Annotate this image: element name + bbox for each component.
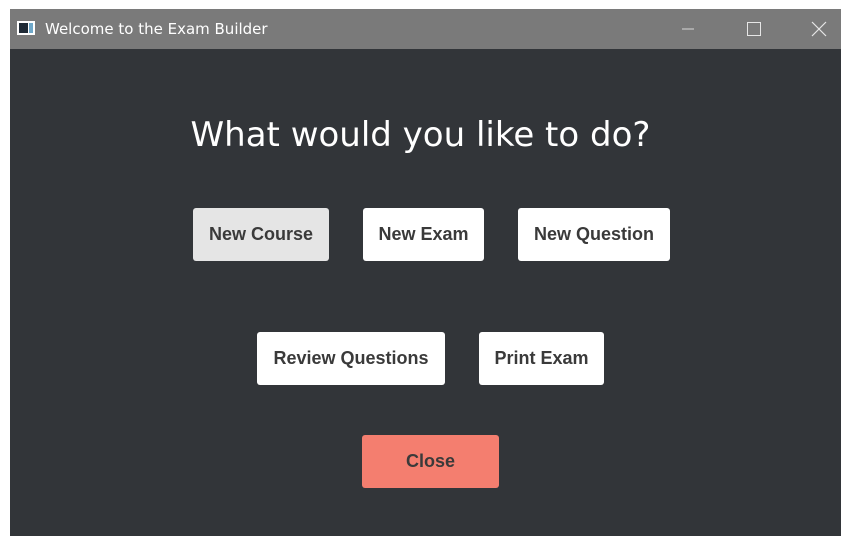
maximize-icon bbox=[747, 22, 761, 36]
exam-builder-window: Welcome to the Exam Builder What would y… bbox=[10, 9, 841, 536]
review-questions-button[interactable]: Review Questions bbox=[257, 332, 445, 385]
new-course-button[interactable]: New Course bbox=[193, 208, 329, 261]
window-title: Welcome to the Exam Builder bbox=[45, 20, 268, 38]
new-question-button[interactable]: New Question bbox=[518, 208, 670, 261]
minimize-button[interactable] bbox=[660, 9, 716, 49]
close-button[interactable]: Close bbox=[362, 435, 499, 488]
app-window-icon bbox=[17, 21, 35, 35]
new-exam-button[interactable]: New Exam bbox=[363, 208, 484, 261]
minimize-icon bbox=[682, 23, 694, 35]
print-exam-button[interactable]: Print Exam bbox=[479, 332, 604, 385]
close-icon bbox=[811, 21, 827, 37]
page-title: What would you like to do? bbox=[190, 115, 651, 155]
title-bar[interactable]: Welcome to the Exam Builder bbox=[10, 9, 841, 49]
main-content: What would you like to do? New Course Ne… bbox=[10, 49, 841, 536]
maximize-button[interactable] bbox=[726, 9, 782, 49]
window-close-button[interactable] bbox=[791, 9, 841, 49]
